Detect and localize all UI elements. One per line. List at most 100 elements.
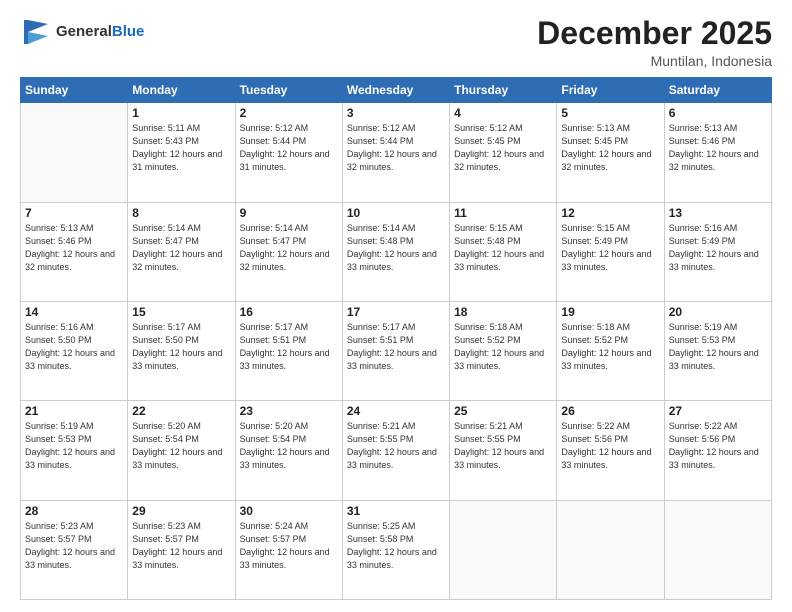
day-number: 17 — [347, 305, 445, 319]
day-number: 15 — [132, 305, 230, 319]
calendar-cell: 11Sunrise: 5:15 AM Sunset: 5:48 PM Dayli… — [450, 202, 557, 301]
day-number: 14 — [25, 305, 123, 319]
calendar-week-2: 7 Sunrise: 5:13 AM Sunset: 5:46 PM Daylig… — [21, 202, 772, 301]
calendar-cell: 13 Sunrise: 5:16 AM Sunset: 5:49 PM Dayli… — [664, 202, 771, 301]
title-block: December 2025 Muntilan, Indonesia — [537, 16, 772, 69]
day-info: Sunrise: 5:19 AM Sunset: 5:53 PM Dayligh… — [25, 420, 123, 472]
day-info: Sunrise: 5:12 AM Sunset: 5:44 PM Dayligh… — [240, 122, 338, 174]
day-number: 30 — [240, 504, 338, 518]
day-info: Sunrise: 5:15 AM Sunset: 5:49 PM Dayligh… — [561, 222, 659, 274]
calendar-cell: 16Sunrise: 5:17 AM Sunset: 5:51 PM Dayli… — [235, 301, 342, 400]
day-number: 29 — [132, 504, 230, 518]
calendar-cell — [664, 500, 771, 599]
day-info: Sunrise: 5:19 AM Sunset: 5:53 PM Dayligh… — [669, 321, 767, 373]
day-number: 28 — [25, 504, 123, 518]
col-sunday: Sunday — [21, 78, 128, 103]
day-number: 3 — [347, 106, 445, 120]
logo-icon — [20, 16, 52, 48]
day-number: 8 — [132, 206, 230, 220]
calendar-cell: 18 Sunrise: 5:18 AM Sunset: 5:52 PM Dayli… — [450, 301, 557, 400]
calendar-week-5: 28 Sunrise: 5:23 AM Sunset: 5:57 PM Dayli… — [21, 500, 772, 599]
day-number: 9 — [240, 206, 338, 220]
col-monday: Monday — [128, 78, 235, 103]
calendar-cell: 26 Sunrise: 5:22 AM Sunset: 5:56 PM Dayli… — [557, 401, 664, 500]
day-info: Sunrise: 5:15 AM Sunset: 5:48 PM Dayligh… — [454, 222, 552, 274]
day-info: Sunrise: 5:22 AM Sunset: 5:56 PM Dayligh… — [669, 420, 767, 472]
calendar-cell: 7 Sunrise: 5:13 AM Sunset: 5:46 PM Daylig… — [21, 202, 128, 301]
day-info: Sunrise: 5:17 AM Sunset: 5:51 PM Dayligh… — [347, 321, 445, 373]
day-info: Sunrise: 5:16 AM Sunset: 5:49 PM Dayligh… — [669, 222, 767, 274]
col-tuesday: Tuesday — [235, 78, 342, 103]
day-info: Sunrise: 5:18 AM Sunset: 5:52 PM Dayligh… — [561, 321, 659, 373]
logo-text: GeneralBlue — [56, 23, 144, 41]
day-info: Sunrise: 5:18 AM Sunset: 5:52 PM Dayligh… — [454, 321, 552, 373]
day-number: 13 — [669, 206, 767, 220]
calendar-cell: 22Sunrise: 5:20 AM Sunset: 5:54 PM Dayli… — [128, 401, 235, 500]
day-number: 26 — [561, 404, 659, 418]
day-number: 21 — [25, 404, 123, 418]
day-info: Sunrise: 5:21 AM Sunset: 5:55 PM Dayligh… — [347, 420, 445, 472]
day-info: Sunrise: 5:23 AM Sunset: 5:57 PM Dayligh… — [132, 520, 230, 572]
logo: GeneralBlue — [20, 16, 144, 48]
calendar-cell: 31Sunrise: 5:25 AM Sunset: 5:58 PM Dayli… — [342, 500, 449, 599]
day-info: Sunrise: 5:25 AM Sunset: 5:58 PM Dayligh… — [347, 520, 445, 572]
calendar-cell: 8 Sunrise: 5:14 AM Sunset: 5:47 PM Daylig… — [128, 202, 235, 301]
day-info: Sunrise: 5:16 AM Sunset: 5:50 PM Dayligh… — [25, 321, 123, 373]
calendar-cell: 5Sunrise: 5:13 AM Sunset: 5:45 PM Daylig… — [557, 103, 664, 202]
calendar-subtitle: Muntilan, Indonesia — [537, 53, 772, 69]
calendar-cell: 20 Sunrise: 5:19 AM Sunset: 5:53 PM Dayli… — [664, 301, 771, 400]
calendar-table: Sunday Monday Tuesday Wednesday Thursday… — [20, 77, 772, 600]
day-info: Sunrise: 5:20 AM Sunset: 5:54 PM Dayligh… — [240, 420, 338, 472]
day-info: Sunrise: 5:14 AM Sunset: 5:47 PM Dayligh… — [132, 222, 230, 274]
calendar-week-3: 14 Sunrise: 5:16 AM Sunset: 5:50 PM Dayli… — [21, 301, 772, 400]
calendar-cell: 15 Sunrise: 5:17 AM Sunset: 5:50 PM Dayli… — [128, 301, 235, 400]
calendar-cell — [450, 500, 557, 599]
calendar-cell: 19Sunrise: 5:18 AM Sunset: 5:52 PM Dayli… — [557, 301, 664, 400]
day-number: 24 — [347, 404, 445, 418]
logo-blue: Blue — [112, 23, 145, 40]
page: GeneralBlue December 2025 Muntilan, Indo… — [0, 0, 792, 612]
day-number: 5 — [561, 106, 659, 120]
day-number: 18 — [454, 305, 552, 319]
calendar-week-1: 1 Sunrise: 5:11 AM Sunset: 5:43 PM Daylig… — [21, 103, 772, 202]
header: GeneralBlue December 2025 Muntilan, Indo… — [20, 16, 772, 69]
day-info: Sunrise: 5:13 AM Sunset: 5:46 PM Dayligh… — [25, 222, 123, 274]
calendar-cell: 10Sunrise: 5:14 AM Sunset: 5:48 PM Dayli… — [342, 202, 449, 301]
day-info: Sunrise: 5:11 AM Sunset: 5:43 PM Dayligh… — [132, 122, 230, 174]
day-number: 1 — [132, 106, 230, 120]
day-number: 20 — [669, 305, 767, 319]
day-number: 27 — [669, 404, 767, 418]
calendar-cell: 6Sunrise: 5:13 AM Sunset: 5:46 PM Daylig… — [664, 103, 771, 202]
day-info: Sunrise: 5:17 AM Sunset: 5:50 PM Dayligh… — [132, 321, 230, 373]
day-number: 12 — [561, 206, 659, 220]
day-number: 6 — [669, 106, 767, 120]
calendar-cell: 1 Sunrise: 5:11 AM Sunset: 5:43 PM Daylig… — [128, 103, 235, 202]
calendar-cell: 2 Sunrise: 5:12 AM Sunset: 5:44 PM Daylig… — [235, 103, 342, 202]
day-info: Sunrise: 5:14 AM Sunset: 5:47 PM Dayligh… — [240, 222, 338, 274]
day-info: Sunrise: 5:21 AM Sunset: 5:55 PM Dayligh… — [454, 420, 552, 472]
calendar-week-4: 21 Sunrise: 5:19 AM Sunset: 5:53 PM Dayli… — [21, 401, 772, 500]
calendar-cell: 17 Sunrise: 5:17 AM Sunset: 5:51 PM Dayli… — [342, 301, 449, 400]
calendar-cell: 21 Sunrise: 5:19 AM Sunset: 5:53 PM Dayli… — [21, 401, 128, 500]
day-number: 23 — [240, 404, 338, 418]
day-number: 4 — [454, 106, 552, 120]
day-number: 16 — [240, 305, 338, 319]
calendar-cell: 12 Sunrise: 5:15 AM Sunset: 5:49 PM Dayli… — [557, 202, 664, 301]
day-number: 2 — [240, 106, 338, 120]
calendar-cell — [21, 103, 128, 202]
day-number: 7 — [25, 206, 123, 220]
day-number: 22 — [132, 404, 230, 418]
calendar-cell: 14 Sunrise: 5:16 AM Sunset: 5:50 PM Dayli… — [21, 301, 128, 400]
col-saturday: Saturday — [664, 78, 771, 103]
calendar-cell — [557, 500, 664, 599]
calendar-cell: 27 Sunrise: 5:22 AM Sunset: 5:56 PM Dayli… — [664, 401, 771, 500]
day-info: Sunrise: 5:23 AM Sunset: 5:57 PM Dayligh… — [25, 520, 123, 572]
calendar-cell: 28 Sunrise: 5:23 AM Sunset: 5:57 PM Dayli… — [21, 500, 128, 599]
logo-general: General — [56, 23, 112, 40]
calendar-cell: 24 Sunrise: 5:21 AM Sunset: 5:55 PM Dayli… — [342, 401, 449, 500]
col-wednesday: Wednesday — [342, 78, 449, 103]
day-info: Sunrise: 5:22 AM Sunset: 5:56 PM Dayligh… — [561, 420, 659, 472]
day-number: 25 — [454, 404, 552, 418]
day-info: Sunrise: 5:12 AM Sunset: 5:44 PM Dayligh… — [347, 122, 445, 174]
calendar-header-row: Sunday Monday Tuesday Wednesday Thursday… — [21, 78, 772, 103]
